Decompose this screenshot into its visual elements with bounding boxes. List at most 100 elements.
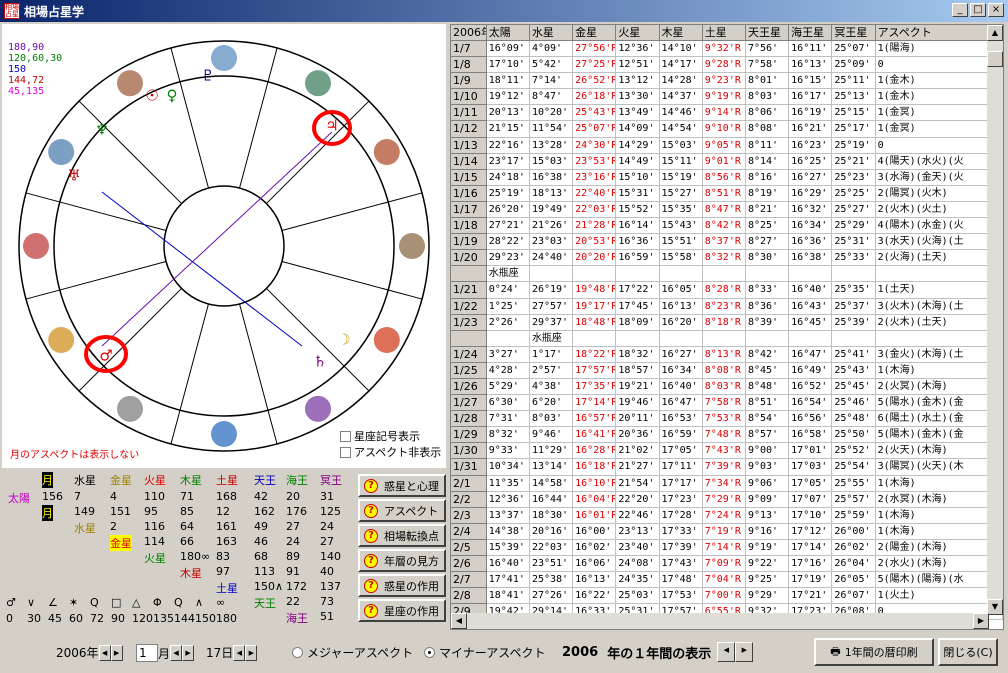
table-row[interactable]: 1/16 25°19' 18°13' 22°40'R 15°31' 15°27' 8°51'…	[451, 185, 1003, 202]
day-value[interactable]: 17	[206, 646, 221, 660]
table-cell: 25°11'	[832, 73, 876, 90]
minimize-button[interactable]: _	[952, 3, 968, 17]
table-row[interactable]: 1/15 24°18' 16°38' 23°16'R 15°10' 15°19' 8°56'…	[451, 169, 1003, 186]
table-row[interactable]: 1/19 28°22' 23°03' 20°53'R 16°36' 15°51' 8°37'…	[451, 234, 1003, 251]
table-cell: 8°51'	[745, 395, 790, 412]
table-row[interactable]: 1/29 8°32' 9°46' 16°41'R 20°36' 16°59' 7°48'R 8…	[451, 427, 1003, 444]
table-row[interactable]: 1/26 5°29' 4°38' 17°35'R 19°21' 16°40' 8°03'R 8…	[451, 378, 1003, 396]
year-value[interactable]: 2006	[56, 646, 87, 660]
table-cell: 7°14'R	[702, 539, 746, 556]
table-row[interactable]: 1/31 10°34' 13°14' 16°18'R 21°27' 17°11' 7°39'…	[451, 459, 1003, 476]
day-prev-icon[interactable]: ◀	[233, 644, 246, 661]
scroll-right-icon[interactable]: ▶	[973, 613, 989, 629]
close-window-button[interactable]: ×	[988, 3, 1004, 17]
table-cell: 13°49'	[616, 105, 660, 122]
table-row[interactable]: 1/24 3°27' 1°17' 18°22'R 18°32' 16°27' 8°13'R 8…	[451, 346, 1003, 363]
table-cell: 16°40'	[486, 556, 530, 573]
table-row[interactable]: 2/7 17°41' 25°38' 16°13' 24°35' 17°48' 7°04'R 9…	[451, 572, 1003, 589]
scroll-thumb[interactable]	[987, 51, 1003, 67]
row-date: 1/8	[451, 57, 487, 74]
aspect-degree-value: 0	[6, 612, 13, 625]
help-button[interactable]: ? 星座の作用	[358, 599, 446, 622]
checkbox-box[interactable]	[340, 430, 351, 442]
scroll-up-icon[interactable]: ▲	[987, 25, 1003, 41]
table-row[interactable]: 1/20 29°23' 24°40' 20°20'R 16°59' 15°58' 8°32'…	[451, 250, 1003, 267]
table-row[interactable]: 1/8 17°10' 5°42' 27°25'R 12°51' 14°17' 9°28'R 7…	[451, 57, 1003, 74]
day-next-icon[interactable]: ▶	[245, 644, 258, 661]
table-cell: 16°17'	[789, 89, 833, 106]
table-row[interactable]: 1/9 18°11' 7°14' 26°52'R 13°12' 14°28' 9°23'R 8…	[451, 73, 1003, 90]
print-year-button[interactable]: 🖶 1年間の暦印刷	[814, 638, 934, 666]
help-button[interactable]: ? 惑星と心理	[358, 474, 446, 497]
major-aspect-radio[interactable]: メジャーアスペクト	[292, 644, 413, 661]
table-cell: 16°59'	[616, 250, 660, 267]
table-cell: 26°18'R	[573, 89, 617, 106]
sign-symbol-checkbox[interactable]: 星座記号表示	[340, 428, 420, 444]
table-cell: 17°05'	[659, 443, 703, 460]
table-row[interactable]: 1/23 2°26' 29°37' 18°48'R 18°09' 16°20' 8°18'R…	[451, 314, 1003, 331]
aspect-row-label: 海王	[286, 612, 308, 625]
table-row[interactable]: 1/25 4°28' 2°57' 17°57'R 18°57' 16°34' 8°08'R 8…	[451, 362, 1003, 379]
table-row[interactable]: 水瓶座	[451, 330, 1003, 347]
moon-aspect-note: 月のアスペクトは表示しない	[10, 450, 140, 461]
table-row[interactable]: 2/1 11°35' 14°58' 16°10'R 21°54' 17°17' 7°34'R…	[451, 475, 1003, 492]
table-cell: 8°56'R	[702, 169, 746, 186]
table-row[interactable]: 2/5 15°39' 22°03' 16°02' 23°40' 17°39' 7°14'R 9…	[451, 539, 1003, 556]
aspect-hide-checkbox[interactable]: アスペクト非表示	[340, 444, 441, 460]
table-row[interactable]: 1/12 21°15' 11°54' 25°07'R 14°09' 14°54' 9°10'…	[451, 121, 1003, 138]
table-row[interactable]: 1/27 6°30' 6°20' 17°14'R 19°46' 16°47' 7°58'R 8…	[451, 395, 1003, 412]
table-cell: 1°25'	[486, 298, 530, 315]
table-row[interactable]: 1/14 23°17' 15°03' 23°53'R 14°49' 15°11' 9°01'…	[451, 153, 1003, 170]
table-cell: 18°57'	[616, 362, 660, 379]
month-next-icon[interactable]: ▶	[182, 645, 195, 661]
table-cell: 8°28'R	[702, 282, 746, 299]
display-next-icon[interactable]: ▶	[735, 642, 754, 662]
scroll-left-icon[interactable]: ◀	[451, 613, 467, 629]
maximize-button[interactable]: □	[970, 3, 986, 17]
table-cell: 9°25'	[745, 572, 790, 589]
month-field[interactable]: 1	[136, 644, 158, 662]
help-button[interactable]: ? 年層の見方	[358, 549, 446, 572]
help-button[interactable]: ? アスペクト	[358, 499, 446, 522]
table-row[interactable]: 2/4 14°38' 20°16' 16°00' 23°13' 17°33' 7°19'R 9…	[451, 523, 1003, 540]
table-row[interactable]: 水瓶座	[451, 266, 1003, 283]
close-button[interactable]: 閉じる(C)	[938, 638, 998, 666]
aspect-angle-value: 149	[74, 505, 95, 518]
table-cell: 水瓶座	[529, 330, 574, 347]
table-cell: 3(水海)(金天)(火	[875, 169, 1003, 186]
table-row[interactable]: 1/28 7°31' 8°03' 16°57'R 20°11' 16°53' 7°53'R 8…	[451, 411, 1003, 428]
help-button[interactable]: ? 相場転換点	[358, 524, 446, 547]
vertical-scrollbar[interactable]: ▲ ▼	[987, 25, 1003, 615]
table-row[interactable]: 1/11 20°13' 10°20' 25°43'R 13°49' 14°46' 9°14'…	[451, 105, 1003, 122]
aspect-degree-value: 90	[111, 612, 125, 625]
table-row[interactable]: 2/6 16°40' 23°51' 16°06' 24°08' 17°43' 7°09'R 9…	[451, 556, 1003, 573]
month-prev-icon[interactable]: ◀	[170, 645, 183, 661]
minor-aspect-radio[interactable]: マイナーアスペクト	[424, 644, 545, 661]
table-row[interactable]: 1/18 27°21' 21°26' 21°28'R 16°14' 15°43' 8°42'…	[451, 218, 1003, 235]
table-row[interactable]: 1/17 26°20' 19°49' 22°03'R 15°52' 15°35' 8°47'…	[451, 201, 1003, 219]
table-cell: 8°48'	[745, 378, 790, 396]
table-row[interactable]: 2/8 18°41' 27°26' 16°22' 25°03' 17°53' 7°00'R 9…	[451, 588, 1003, 605]
table-row[interactable]: 2/2 12°36' 16°44' 16°04'R 22°20' 17°23' 7°29'R…	[451, 491, 1003, 508]
table-row[interactable]: 1/30 9°33' 11°29' 16°28'R 21°02' 17°05' 7°43'R…	[451, 443, 1003, 460]
aspect-angle-value: 172	[286, 580, 307, 593]
help-button[interactable]: ? 惑星の作用	[358, 574, 446, 597]
year-next-icon[interactable]: ▶	[110, 644, 123, 661]
checkbox-box[interactable]	[340, 446, 351, 458]
radio-selected-icon[interactable]	[424, 647, 435, 658]
table-cell: 25°45'	[832, 378, 876, 396]
horizontal-scrollbar[interactable]: ◀ ▶	[451, 613, 989, 629]
table-row[interactable]: 1/13 22°16' 13°28' 24°30'R 14°29' 15°03' 9°05'…	[451, 137, 1003, 154]
scroll-down-icon[interactable]: ▼	[987, 599, 1003, 615]
display-prev-icon[interactable]: ◀	[717, 642, 736, 662]
table-row[interactable]: 1/7 16°09' 4°09' 27°56'R 12°36' 14°10' 9°32'R 7…	[451, 41, 1003, 58]
table-row[interactable]: 2/3 13°37' 18°30' 16°01'R 22°46' 17°28' 7°24'R…	[451, 507, 1003, 524]
table-cell: 17°11'	[659, 459, 703, 476]
table-row[interactable]: 1/21 0°24' 26°19' 19°48'R 17°22' 16°05' 8°28'R…	[451, 282, 1003, 299]
year-prev-icon[interactable]: ◀	[98, 644, 111, 661]
table-row[interactable]: 1/10 19°12' 8°47' 26°18'R 13°30' 14°37' 9°19'R…	[451, 89, 1003, 106]
radio-icon[interactable]	[292, 647, 303, 658]
table-row[interactable]: 1/22 1°25' 27°57' 19°17'R 17°45' 16°13' 8°23'R…	[451, 298, 1003, 315]
table-cell: 16°54'	[789, 395, 833, 412]
table-cell: 15°27'	[659, 185, 703, 202]
